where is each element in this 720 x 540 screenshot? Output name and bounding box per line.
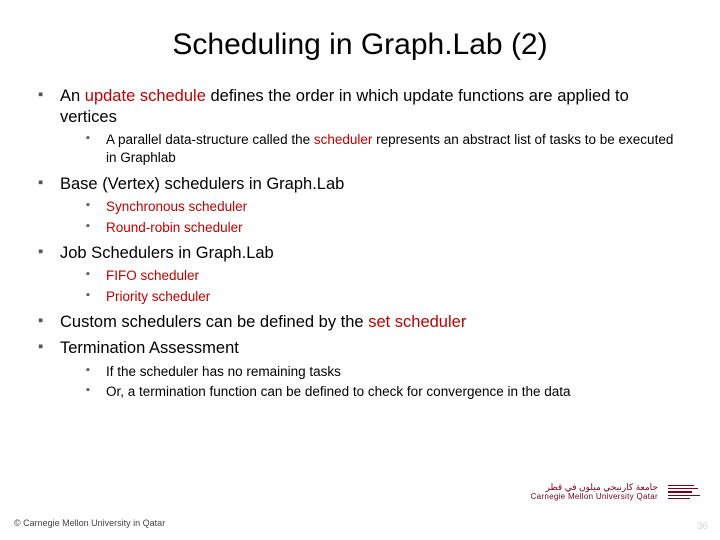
sub-item: A parallel data-structure called the sch… [86, 131, 682, 167]
bullet-item: Job Schedulers in Graph.Lab FIFO schedul… [38, 243, 682, 306]
sub-item: If the scheduler has no remaining tasks [86, 363, 682, 381]
slide-title: Scheduling in Graph.Lab (2) [0, 0, 720, 76]
logo-arabic: جامعة كارنيجي ميلون في قطر [531, 483, 658, 493]
text: Termination Assessment [60, 339, 239, 357]
accent-text: Round-robin scheduler [106, 220, 243, 235]
sub-item: Round-robin scheduler [86, 219, 682, 237]
text: Job Schedulers in Graph.Lab [60, 244, 274, 262]
accent-text: Synchronous scheduler [106, 199, 247, 214]
accent-text: set scheduler [368, 313, 466, 331]
text: If the scheduler has no remaining tasks [106, 364, 341, 379]
footer-copyright: © Carnegie Mellon University in Qatar [14, 518, 165, 528]
sub-list: A parallel data-structure called the sch… [60, 131, 682, 167]
logo-text-block: جامعة كارنيجي ميلون في قطر Carnegie Mell… [531, 483, 658, 502]
bullet-list: An update schedule defines the order in … [38, 86, 682, 402]
text: Custom schedulers can be defined by the [60, 313, 368, 331]
sub-list: FIFO scheduler Priority scheduler [60, 267, 682, 305]
accent-text: FIFO scheduler [106, 268, 199, 283]
bullet-item: Termination Assessment If the scheduler … [38, 338, 682, 401]
bullet-item: An update schedule defines the order in … [38, 86, 682, 168]
sub-item: Or, a termination function can be define… [86, 383, 682, 401]
sub-item: Priority scheduler [86, 288, 682, 306]
bullet-item: Base (Vertex) schedulers in Graph.Lab Sy… [38, 174, 682, 237]
cmu-qatar-logo: جامعة كارنيجي ميلون في قطر Carnegie Mell… [492, 474, 702, 510]
text: An [60, 87, 85, 105]
sub-item: FIFO scheduler [86, 267, 682, 285]
accent-text: scheduler [314, 132, 373, 147]
text: Base (Vertex) schedulers in Graph.Lab [60, 175, 344, 193]
logo-mark-icon [668, 477, 702, 507]
accent-text: Priority scheduler [106, 289, 210, 304]
slide-content: An update schedule defines the order in … [0, 76, 720, 402]
slide: Scheduling in Graph.Lab (2) An update sc… [0, 0, 720, 540]
sub-list: Synchronous scheduler Round-robin schedu… [60, 198, 682, 236]
sub-list: If the scheduler has no remaining tasks … [60, 363, 682, 401]
text: A parallel data-structure called the [106, 132, 314, 147]
logo-english: Carnegie Mellon University Qatar [531, 492, 658, 501]
bullet-item: Custom schedulers can be defined by the … [38, 312, 682, 333]
accent-text: update schedule [85, 87, 206, 105]
text: Or, a termination function can be define… [106, 384, 571, 399]
sub-item: Synchronous scheduler [86, 198, 682, 216]
page-number: 36 [697, 521, 708, 532]
